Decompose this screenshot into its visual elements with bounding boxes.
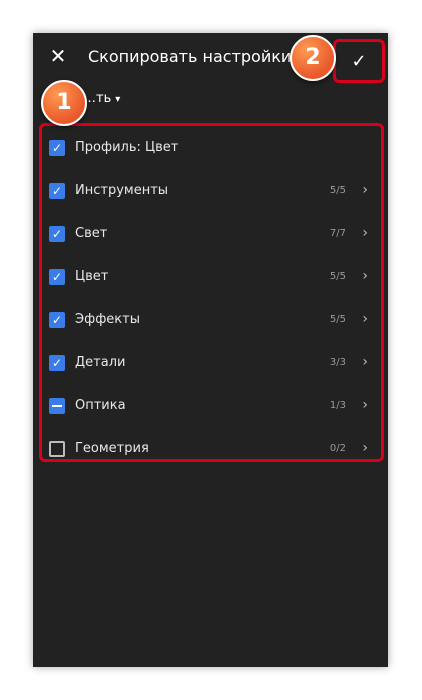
chevron-right-icon: › (362, 440, 368, 456)
page-title: Скопировать настройки (88, 47, 292, 66)
list-item-label: Инструменты (75, 183, 169, 198)
chevron-down-icon: ▾ (115, 94, 121, 105)
list-item[interactable]: ✓ Профиль: Цвет (42, 128, 381, 168)
checkbox-checked[interactable]: ✓ (49, 183, 65, 199)
list-item[interactable]: ✓ Эффекты 5/5 › (42, 300, 381, 340)
list-item[interactable]: ✓ Цвет 5/5 › (42, 257, 381, 297)
annotation-badge-1: 1 (41, 80, 87, 126)
chevron-right-icon: › (362, 225, 368, 241)
list-item-count: 7/7 (329, 228, 346, 239)
list-item-label: Эффекты (75, 312, 140, 327)
list-item-count: 5/5 (329, 271, 346, 282)
list-item-count: 3/3 (329, 357, 346, 368)
app-screen: ✕ Скопировать настройки ✓ …ть ▾ ✓ Профиль… (33, 33, 388, 667)
list-item-label: Цвет (75, 269, 109, 284)
list-item[interactable]: Геометрия 0/2 › (42, 429, 381, 469)
list-item-count: 5/5 (329, 185, 346, 196)
settings-list: ✓ Профиль: Цвет ✓ Инструменты 5/5 › ✓ Св… (39, 123, 384, 462)
chevron-right-icon: › (362, 397, 368, 413)
list-item-label: Профиль: Цвет (75, 140, 179, 155)
list-item-label: Свет (75, 226, 108, 241)
checkbox-partial[interactable] (49, 398, 65, 414)
list-item-label: Геометрия (75, 441, 149, 456)
check-icon: ✓ (351, 51, 367, 72)
list-item[interactable]: Оптика 1/3 › (42, 386, 381, 426)
annotation-badge-2: 2 (290, 35, 336, 81)
list-item-label: Детали (75, 355, 126, 370)
preset-dropdown[interactable]: …ть ▾ (83, 91, 120, 106)
chevron-right-icon: › (362, 354, 368, 370)
chevron-right-icon: › (362, 268, 368, 284)
close-icon[interactable]: ✕ (49, 46, 67, 66)
list-item-count: 0/2 (329, 443, 346, 454)
checkbox-checked[interactable]: ✓ (49, 140, 65, 156)
confirm-button[interactable]: ✓ (333, 39, 385, 83)
list-item-count: 5/5 (329, 314, 346, 325)
checkbox-checked[interactable]: ✓ (49, 312, 65, 328)
list-item-label: Оптика (75, 398, 126, 413)
list-item-count: 1/3 (329, 400, 346, 411)
checkbox-unchecked[interactable] (49, 441, 65, 457)
chevron-right-icon: › (362, 311, 368, 327)
checkbox-checked[interactable]: ✓ (49, 269, 65, 285)
chevron-right-icon: › (362, 182, 368, 198)
checkbox-checked[interactable]: ✓ (49, 355, 65, 371)
list-item[interactable]: ✓ Свет 7/7 › (42, 214, 381, 254)
preset-dropdown-label: …ть (83, 91, 112, 106)
checkbox-checked[interactable]: ✓ (49, 226, 65, 242)
list-item[interactable]: ✓ Детали 3/3 › (42, 343, 381, 383)
list-item[interactable]: ✓ Инструменты 5/5 › (42, 171, 381, 211)
